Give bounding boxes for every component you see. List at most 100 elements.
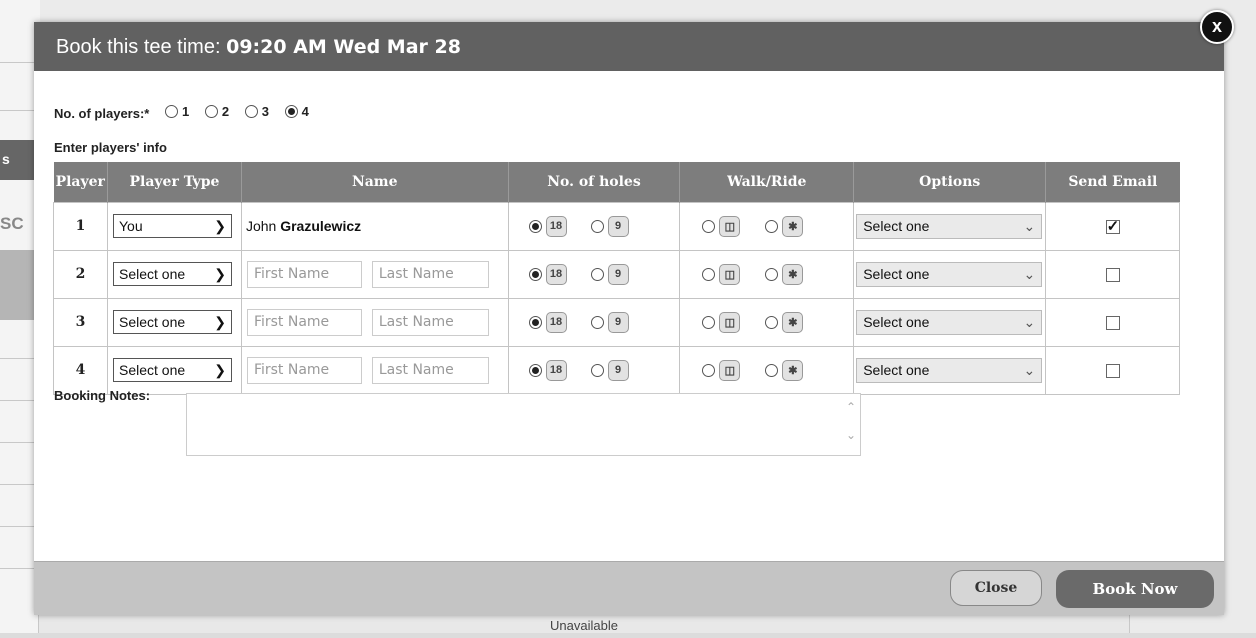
holes-18-icon: 18 bbox=[545, 311, 567, 333]
table-row: 1 You ❯ John Grazulewicz 18 9 ◫ ✱ Select… bbox=[53, 201, 1180, 251]
walker-icon: ✱ bbox=[782, 263, 804, 285]
players-option-label: 4 bbox=[301, 104, 309, 119]
radio-selected-icon[interactable] bbox=[284, 105, 298, 118]
players-option-1[interactable]: 1 bbox=[164, 104, 190, 119]
first-name-input[interactable]: First Name bbox=[246, 356, 362, 384]
modal-footer: Close Book Now bbox=[34, 561, 1224, 615]
send-email-cell bbox=[1045, 201, 1180, 251]
options-select[interactable]: Select one ⌄ bbox=[856, 261, 1043, 287]
holes-cell: 18 9 bbox=[507, 201, 681, 251]
ride-radio[interactable] bbox=[702, 363, 716, 377]
radio-icon[interactable] bbox=[244, 105, 258, 118]
modal-title-time: 09:20 AM Wed Mar 28 bbox=[226, 36, 461, 58]
last-name-input[interactable]: Last Name bbox=[371, 260, 489, 288]
options-select[interactable]: Select one ⌄ bbox=[856, 309, 1043, 335]
holes-9-icon: 9 bbox=[607, 215, 629, 237]
player-type-cell: Select one ❯ bbox=[106, 345, 242, 395]
holes-9-radio[interactable] bbox=[590, 363, 604, 377]
radio-icon[interactable] bbox=[164, 105, 178, 118]
scroll-down-icon[interactable]: ⌄ bbox=[846, 428, 856, 442]
players-option-4[interactable]: 4 bbox=[284, 104, 309, 119]
cart-icon: ◫ bbox=[719, 359, 741, 381]
chevron-down-icon: ⌄ bbox=[1023, 313, 1036, 330]
players-option-label: 1 bbox=[181, 104, 190, 119]
ride-radio[interactable] bbox=[702, 267, 716, 281]
chevron-down-icon: ⌄ bbox=[1023, 361, 1036, 378]
holes-9-radio[interactable] bbox=[590, 219, 604, 233]
background-label-fragment: SC bbox=[0, 214, 24, 233]
chevron-down-icon: ❯ bbox=[214, 217, 226, 234]
walk-radio[interactable] bbox=[765, 315, 779, 329]
holes-9-radio[interactable] bbox=[590, 267, 604, 281]
walk-ride-cell: ◫ ✱ bbox=[679, 345, 855, 395]
send-email-checkbox[interactable] bbox=[1105, 268, 1120, 283]
player-type-cell: Select one ❯ bbox=[106, 249, 242, 299]
player-number: 1 bbox=[53, 201, 108, 251]
close-icon[interactable]: x bbox=[1200, 10, 1234, 44]
send-email-cell bbox=[1045, 297, 1180, 347]
walker-icon: ✱ bbox=[782, 359, 804, 381]
holes-18-radio[interactable] bbox=[528, 219, 542, 233]
walk-ride-cell: ◫ ✱ bbox=[679, 249, 855, 299]
player-type-select[interactable]: You ❯ bbox=[112, 214, 232, 238]
walk-radio[interactable] bbox=[765, 267, 779, 281]
player-type-value: Select one bbox=[118, 314, 186, 330]
player-type-select[interactable]: Select one ❯ bbox=[112, 358, 232, 382]
first-name-input[interactable]: First Name bbox=[246, 308, 362, 336]
players-option-label: 2 bbox=[221, 104, 230, 119]
name-cell: First Name Last Name bbox=[240, 297, 509, 347]
walker-icon: ✱ bbox=[782, 311, 804, 333]
book-now-button[interactable]: Book Now bbox=[1056, 570, 1214, 608]
holes-cell: 18 9 bbox=[507, 249, 681, 299]
holes-18-radio[interactable] bbox=[528, 363, 542, 377]
holes-18-radio[interactable] bbox=[528, 267, 542, 281]
player-type-select[interactable]: Select one ❯ bbox=[112, 262, 232, 286]
walk-radio[interactable] bbox=[765, 363, 779, 377]
holes-18-radio[interactable] bbox=[528, 315, 542, 329]
ride-radio[interactable] bbox=[702, 219, 716, 233]
players-count-row: No. of players:* 1 2 3 4 bbox=[54, 104, 309, 121]
options-value: Select one bbox=[863, 314, 930, 330]
name-cell: First Name Last Name bbox=[240, 345, 509, 395]
last-name-input[interactable]: Last Name bbox=[371, 308, 489, 336]
send-email-checkbox[interactable] bbox=[1105, 217, 1120, 235]
options-select[interactable]: Select one ⌄ bbox=[856, 357, 1043, 383]
booking-notes-label: Booking Notes: bbox=[54, 388, 151, 403]
walker-icon: ✱ bbox=[782, 215, 804, 237]
close-button[interactable]: Close bbox=[950, 570, 1042, 606]
last-name-input[interactable]: Last Name bbox=[371, 356, 489, 384]
booking-notes-textarea[interactable]: ⌃ ⌄ bbox=[186, 393, 861, 456]
send-email-checkbox[interactable] bbox=[1105, 364, 1120, 379]
first-name-input[interactable]: First Name bbox=[246, 260, 362, 288]
holes-9-radio[interactable] bbox=[590, 315, 604, 329]
table-row: 3 Select one ❯ First Name Last Name 18 9 bbox=[53, 297, 1180, 347]
players-option-3[interactable]: 3 bbox=[244, 104, 269, 119]
send-email-checkbox[interactable] bbox=[1105, 316, 1120, 331]
player-first-name: John bbox=[245, 218, 277, 234]
options-select[interactable]: Select one ⌄ bbox=[856, 213, 1043, 239]
scroll-up-icon[interactable]: ⌃ bbox=[846, 400, 856, 414]
players-count-label: No. of players:* bbox=[54, 106, 150, 121]
options-cell: Select one ⌄ bbox=[853, 297, 1047, 347]
players-option-2[interactable]: 2 bbox=[204, 104, 230, 119]
ride-radio[interactable] bbox=[702, 315, 716, 329]
name-cell: John Grazulewicz bbox=[240, 201, 509, 251]
chevron-down-icon: ⌄ bbox=[1023, 217, 1036, 234]
walk-radio[interactable] bbox=[765, 219, 779, 233]
player-type-select[interactable]: Select one ❯ bbox=[112, 310, 232, 334]
holes-9-icon: 9 bbox=[607, 359, 629, 381]
player-number: 4 bbox=[53, 345, 108, 395]
cart-icon: ◫ bbox=[719, 215, 741, 237]
radio-icon[interactable] bbox=[204, 105, 218, 118]
chevron-down-icon: ⌄ bbox=[1023, 265, 1036, 282]
player-type-value: Select one bbox=[118, 266, 186, 282]
chevron-down-icon: ❯ bbox=[214, 361, 226, 378]
table-row: 4 Select one ❯ First Name Last Name 18 9 bbox=[53, 345, 1180, 395]
modal-title-prefix: Book this tee time: bbox=[56, 36, 221, 58]
players-table: Player Player Type Name No. of holes Wal… bbox=[53, 162, 1180, 395]
enter-info-label: Enter players' info bbox=[54, 140, 167, 155]
player-type-cell: Select one ❯ bbox=[106, 297, 242, 347]
table-header-row: Player Player Type Name No. of holes Wal… bbox=[53, 162, 1180, 202]
holes-18-icon: 18 bbox=[545, 263, 567, 285]
send-email-cell bbox=[1045, 345, 1180, 395]
